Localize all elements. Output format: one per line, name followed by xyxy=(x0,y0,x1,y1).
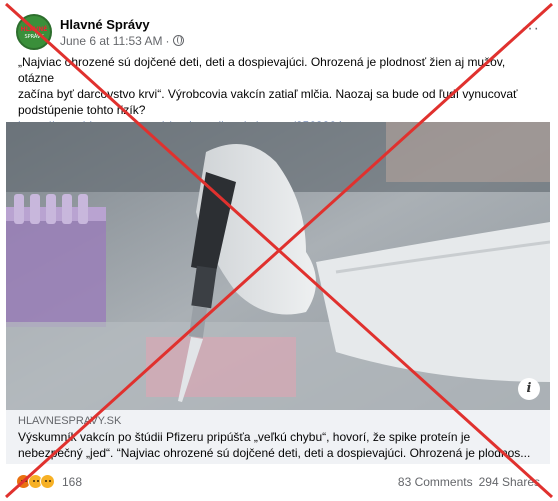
wow-reaction-icon xyxy=(40,474,55,489)
post-text-line-2: začína byť darcovstvo krvi“. Výrobcovia … xyxy=(18,87,518,101)
avatar-logo-text: HLAVNÉ xyxy=(20,26,48,33)
comments-count[interactable]: 83 Comments xyxy=(398,475,473,489)
facebook-post: HLAVNÉ SPRÁVY Hlavné Správy June 6 at 11… xyxy=(0,0,558,501)
link-preview-card[interactable]: HLAVNESPRAVY.SK Výskumník vakcín po štúd… xyxy=(6,410,550,464)
reactions-summary[interactable]: 168 xyxy=(16,474,82,489)
post-meta: Hlavné Správy June 6 at 11:53 AM · xyxy=(60,16,184,49)
globe-icon xyxy=(172,35,184,46)
info-icon[interactable]: i xyxy=(518,378,540,400)
timestamp-separator: · xyxy=(165,33,170,48)
post-stats: 83 Comments 294 Shares xyxy=(398,475,540,489)
post-text-line-3: podstúpenie tohto rizík? xyxy=(18,103,146,117)
reactions-count[interactable]: 168 xyxy=(62,475,82,489)
lab-photo xyxy=(6,122,550,410)
more-options-icon[interactable]: ··· xyxy=(521,20,540,38)
avatar-logo-subtext: SPRÁVY xyxy=(24,34,44,40)
post-timestamp-row: June 6 at 11:53 AM · xyxy=(60,33,184,49)
link-preview-image[interactable]: i xyxy=(6,122,550,410)
post-header: HLAVNÉ SPRÁVY Hlavné Správy June 6 at 11… xyxy=(16,12,184,52)
page-avatar[interactable]: HLAVNÉ SPRÁVY xyxy=(16,14,52,50)
post-timestamp[interactable]: June 6 at 11:53 AM xyxy=(60,33,163,49)
page-name-link[interactable]: Hlavné Správy xyxy=(60,16,184,33)
link-preview-headline-line-1: Výskumník vakcín po štúdii Pfizeru pripú… xyxy=(18,430,471,444)
link-preview-domain: HLAVNESPRAVY.SK xyxy=(18,415,122,427)
shares-count[interactable]: 294 Shares xyxy=(479,475,540,489)
post-text-line-1: „Najviac ohrozené sú dojčené deti, deti … xyxy=(18,55,506,85)
link-preview-headline-line-2: nebezpečný „jed“. “Najviac ohrozené sú d… xyxy=(18,446,531,460)
